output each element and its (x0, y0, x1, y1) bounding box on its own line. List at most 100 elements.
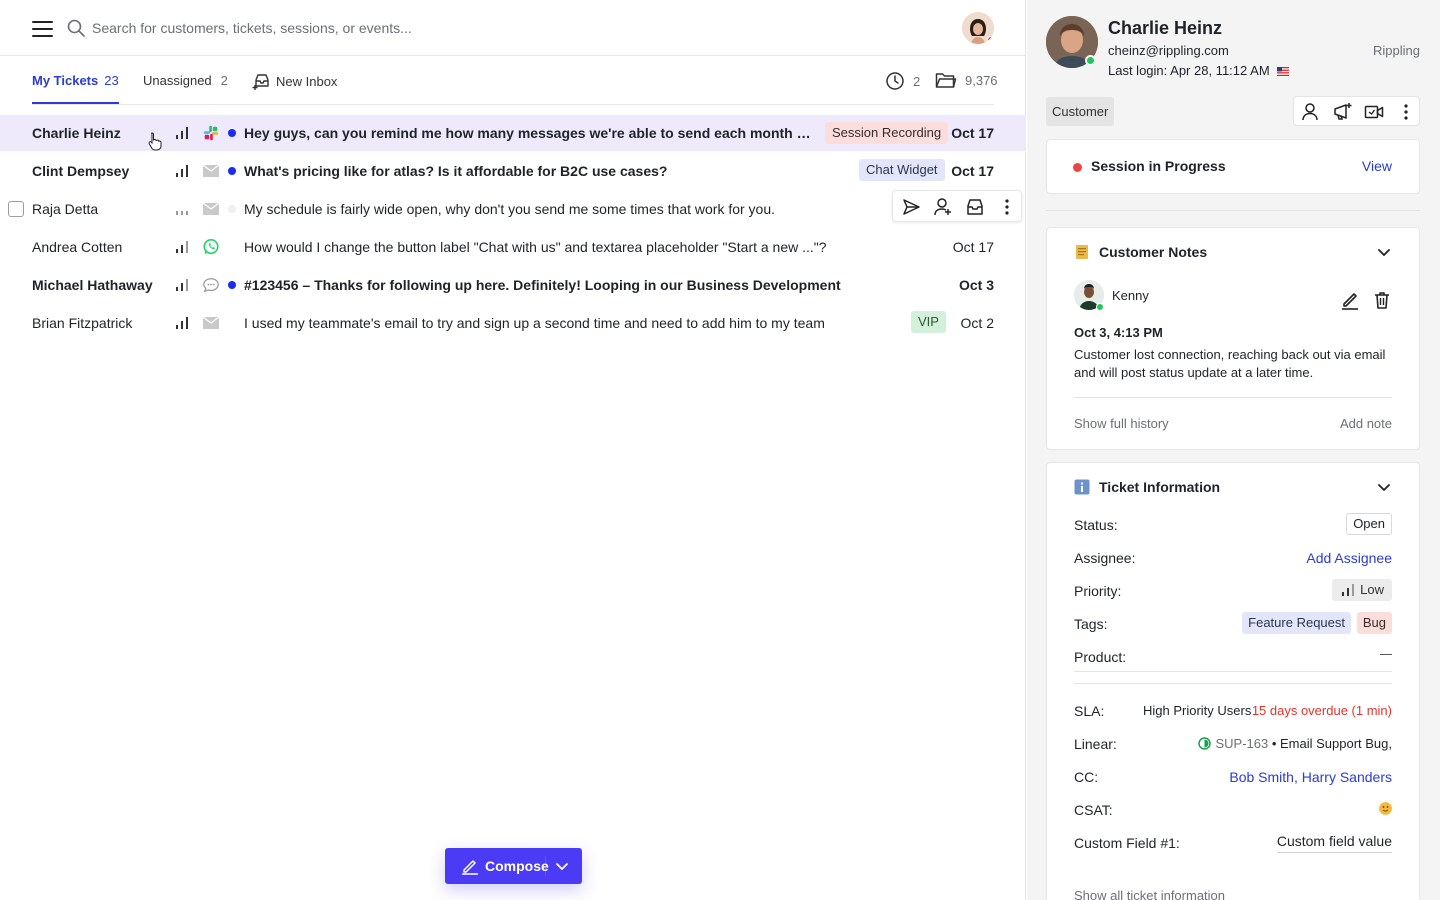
product-label: Product: (1074, 649, 1127, 665)
online-status-dot (1096, 303, 1104, 311)
ticket-customer-name: Clint Dempsey (32, 163, 130, 179)
ticket-subject: How would I change the button label "Cha… (244, 239, 827, 255)
archive-inbox-icon[interactable] (965, 197, 985, 217)
compose-button[interactable]: Compose (445, 848, 582, 884)
more-vertical-icon[interactable] (1396, 102, 1416, 122)
priority-low-icon (176, 127, 188, 139)
chevron-down-icon[interactable] (555, 859, 569, 873)
new-ticket-icon[interactable] (1332, 102, 1352, 122)
ticket-tag[interactable]: Session Recording (825, 122, 949, 144)
tags-row: Tags: Feature Request Bug (1074, 612, 1392, 636)
active-tab-indicator (32, 102, 119, 104)
chevron-down-icon[interactable] (1376, 244, 1392, 260)
customer-email[interactable]: cheinz@rippling.com (1108, 43, 1229, 58)
custom-field-label: Custom Field #1: (1074, 835, 1180, 851)
ticket-info-divider (1074, 683, 1392, 684)
current-user-avatar[interactable] (962, 12, 994, 44)
ticket-date: Oct 17 (952, 239, 994, 255)
snoozed-value: 2 (913, 73, 921, 89)
customer-actions (1293, 96, 1420, 126)
linear-issue-link[interactable]: SUP-163 • Email Support Bug, (1198, 736, 1392, 751)
linear-row: Linear: SUP-163 • Email Support Bug, (1074, 732, 1392, 756)
slack-icon (203, 125, 219, 141)
priority-select[interactable]: Low (1332, 579, 1392, 601)
tab-my-tickets[interactable]: My Tickets 23 (32, 73, 119, 88)
section-divider (1046, 210, 1420, 211)
csat-row: CSAT: (1074, 798, 1392, 822)
cc-contact[interactable]: Harry Sanders (1302, 769, 1392, 785)
linear-label: Linear: (1074, 736, 1117, 752)
ticket-subject: I used my teammate's email to try and si… (244, 315, 825, 331)
ticket-row[interactable]: Michael Hathaway #123456 – Thanks for fo… (0, 267, 1026, 303)
add-assignee-link[interactable]: Add Assignee (1306, 550, 1392, 566)
trash-icon[interactable] (1372, 290, 1392, 310)
custom-field-input[interactable]: Custom field value (1276, 833, 1392, 853)
ticket-row[interactable]: Andrea Cotten How would I change the but… (0, 229, 1026, 265)
customer-notes-card: Customer Notes Kenny Oct 3, 4:13 PM Cust… (1046, 227, 1420, 450)
ticket-date: Oct 2 (960, 315, 994, 331)
row-checkbox[interactable] (8, 201, 24, 217)
ticket-customer-name: Brian Fitzpatrick (32, 315, 133, 331)
tab-label: My Tickets (32, 73, 99, 88)
search-input[interactable] (92, 16, 692, 40)
tags-label: Tags: (1074, 616, 1108, 632)
read-indicator (228, 205, 236, 213)
ticket-customer-name: Michael Hathaway (32, 277, 153, 293)
edit-icon[interactable] (1340, 290, 1360, 310)
hand-cursor-icon (148, 132, 162, 151)
menu-icon[interactable] (32, 18, 54, 38)
show-all-ticket-info-link[interactable]: Show all ticket information (1074, 888, 1225, 900)
send-icon[interactable] (901, 197, 921, 217)
tab-label: Unassigned (143, 73, 212, 88)
ticket-customer-name: Andrea Cotten (32, 239, 123, 255)
compose-divider (545, 856, 546, 876)
ticket-row[interactable]: Brian Fitzpatrick I used my teammate's e… (0, 305, 1026, 341)
folder-icon (935, 73, 957, 88)
customer-company: Rippling (1373, 43, 1420, 58)
ticket-subject: Hey guys, can you remind me how many mes… (244, 125, 814, 141)
linear-issue-id: SUP-163 (1215, 736, 1269, 751)
online-status-dot (1085, 55, 1096, 66)
tab-unassigned[interactable]: Unassigned 2 (143, 73, 228, 88)
chevron-down-icon[interactable] (1376, 479, 1392, 495)
assignee-label: Assignee: (1074, 550, 1136, 566)
priority-row: Priority: Low (1074, 579, 1392, 603)
cc-contact[interactable]: Bob Smith (1229, 769, 1294, 785)
user-profile-icon[interactable] (1300, 102, 1320, 122)
show-full-history-link[interactable]: Show full history (1074, 416, 1169, 431)
ticket-row[interactable]: Clint Dempsey What's pricing like for at… (0, 153, 1026, 189)
sla-overdue: 15 days overdue (1 min) (1251, 703, 1392, 718)
tab-count: 2 (220, 73, 228, 88)
video-call-icon[interactable] (1364, 102, 1384, 122)
status-select[interactable]: Open (1346, 513, 1392, 535)
custom-field-row: Custom Field #1: Custom field value (1074, 831, 1392, 855)
tag-bug[interactable]: Bug (1356, 612, 1392, 634)
customer-name: Charlie Heinz (1108, 18, 1223, 38)
search-icon (67, 19, 85, 37)
session-status: Session in Progress (1091, 158, 1226, 174)
tag-feature-request[interactable]: Feature Request (1242, 612, 1351, 634)
tab-label: New Inbox (276, 73, 338, 89)
note-divider (1074, 397, 1392, 398)
archived-count[interactable]: 9,376 (935, 71, 998, 89)
assign-user-icon[interactable] (933, 197, 953, 217)
csat-label: CSAT: (1074, 802, 1113, 818)
snoozed-count[interactable]: 2 (885, 71, 920, 91)
view-session-link[interactable]: View (1362, 158, 1392, 174)
row-quick-actions (892, 190, 1022, 222)
cc-row: CC: Bob Smith, Harry Sanders (1074, 765, 1392, 789)
tab-new-inbox[interactable]: New Inbox (252, 71, 337, 91)
note-author: Kenny (1112, 288, 1149, 303)
ticket-subject: My schedule is fairly wide open, why don… (244, 201, 776, 217)
app: My Tickets 23 Unassigned 2 New Inbox 2 (0, 0, 1440, 900)
ticket-tag[interactable]: VIP (911, 311, 946, 333)
status-row: Status: Open (1074, 513, 1392, 537)
more-vertical-icon[interactable] (997, 197, 1017, 217)
add-note-link[interactable]: Add note (1340, 416, 1392, 431)
mail-icon (202, 202, 220, 215)
ticket-tag[interactable]: Chat Widget (859, 159, 945, 181)
whatsapp-icon (203, 238, 219, 255)
ticket-row[interactable]: Raja Detta My schedule is fairly wide op… (0, 190, 1026, 227)
product-empty-value[interactable] (1380, 654, 1392, 655)
priority-label: Priority: (1074, 583, 1122, 599)
